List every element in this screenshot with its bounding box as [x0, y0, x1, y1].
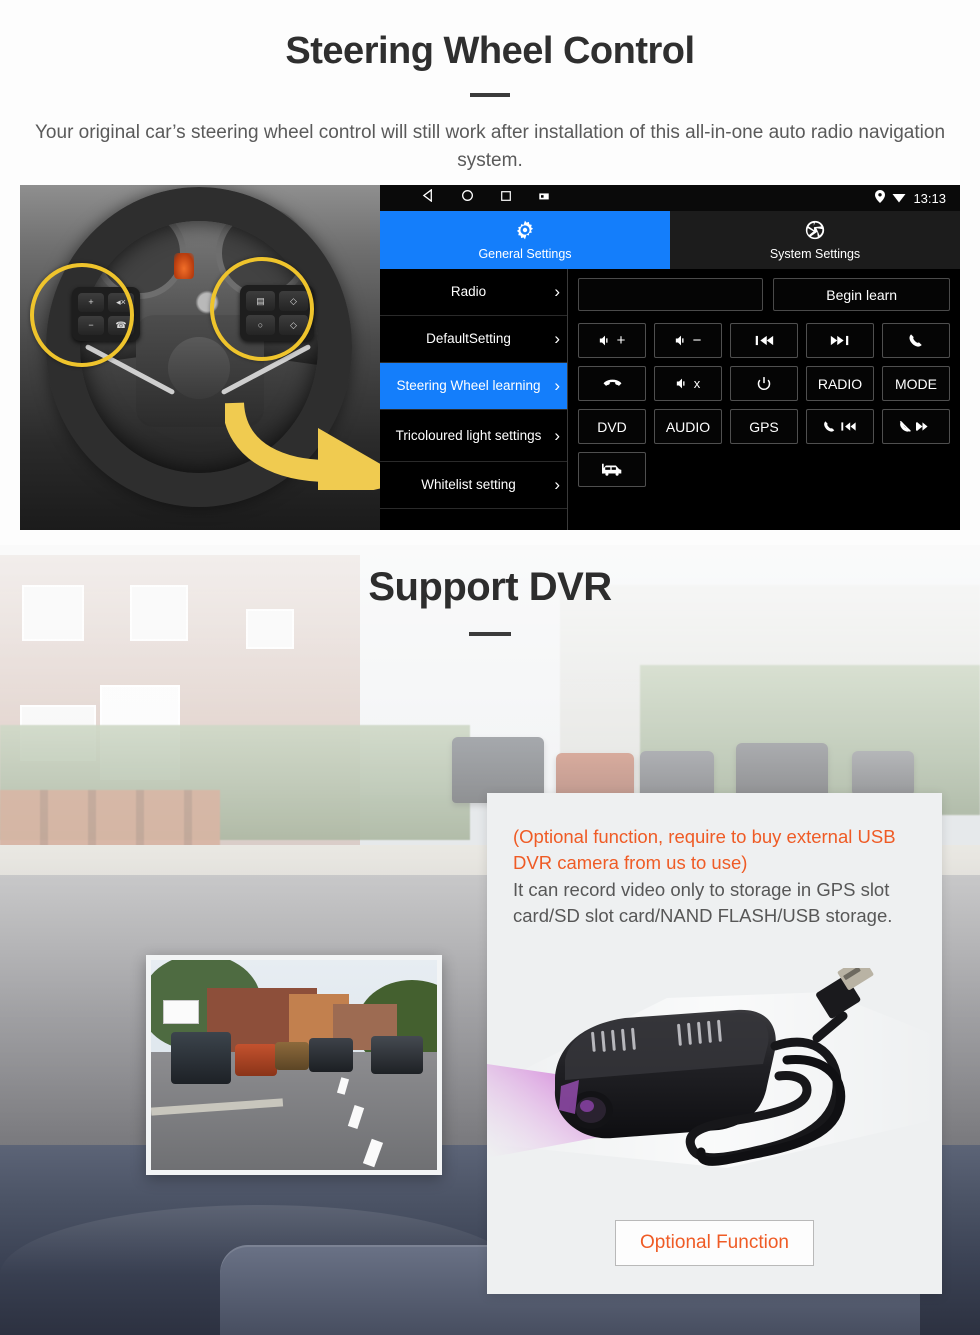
gear-icon	[514, 219, 536, 244]
menu-item-whitelist-setting[interactable]: Whitelist setting ›	[380, 462, 567, 509]
android-status-bar: 13:13	[380, 185, 960, 211]
dashcam-video-preview	[146, 955, 442, 1175]
chevron-right-icon: ›	[554, 329, 560, 349]
back-icon[interactable]	[422, 188, 435, 207]
learn-key-grid: + − x RADIO MODE DVD AUDIO GPS	[578, 323, 950, 487]
dvr-title-divider	[469, 632, 511, 636]
location-pin-icon	[875, 190, 886, 206]
chevron-right-icon: ›	[554, 475, 560, 495]
aperture-icon	[804, 219, 826, 244]
highlight-circle-right	[210, 257, 314, 361]
preview-car	[235, 1044, 277, 1076]
key-volume-down[interactable]: −	[654, 323, 722, 358]
key-next-track[interactable]	[806, 323, 874, 358]
highlight-circle-left	[30, 263, 134, 367]
preview-road-sign	[163, 1000, 199, 1024]
key-audio[interactable]: AUDIO	[654, 409, 722, 444]
preview-car	[171, 1032, 231, 1084]
dvr-title: Support DVR	[368, 565, 612, 609]
steering-wheel-learning-panel: Begin learn + − x RADIO MODE DVD AUDIO G…	[568, 269, 960, 530]
settings-menu-list: Radio › DefaultSetting › Steering Wheel …	[380, 269, 568, 530]
preview-car	[309, 1038, 353, 1072]
dvr-optional-notice: (Optional function, require to buy exter…	[513, 826, 896, 874]
clock-label: 13:13	[913, 190, 946, 206]
settings-tab-bar: General Settings System Settings	[380, 211, 960, 269]
tab-system-settings-label: System Settings	[769, 247, 861, 261]
key-previous-track[interactable]	[730, 323, 798, 358]
pointer-arrow-icon	[225, 401, 380, 490]
preview-car	[371, 1036, 423, 1074]
menu-item-whitelist-setting-label: Whitelist setting	[421, 477, 516, 493]
key-radio[interactable]: RADIO	[806, 366, 874, 401]
key-answer-call[interactable]	[882, 323, 950, 358]
optional-function-button[interactable]: Optional Function	[615, 1220, 814, 1266]
home-icon[interactable]	[461, 189, 474, 207]
menu-item-tricoloured-light-settings-label: Tricoloured light settings	[395, 427, 542, 443]
title-divider	[470, 93, 510, 97]
recents-icon[interactable]	[500, 189, 512, 207]
key-mute[interactable]: x	[654, 366, 722, 401]
key-gps[interactable]: GPS	[730, 409, 798, 444]
key-mode[interactable]: MODE	[882, 366, 950, 401]
dvr-storage-description: It can record video only to storage in G…	[513, 878, 893, 926]
menu-item-steering-wheel-learning[interactable]: Steering Wheel learning ›	[380, 363, 567, 410]
menu-item-default-setting[interactable]: DefaultSetting ›	[380, 316, 567, 363]
key-call-previous[interactable]	[806, 409, 874, 444]
dvr-info-text: (Optional function, require to buy exter…	[487, 793, 942, 929]
menu-item-default-setting-label: DefaultSetting	[426, 331, 511, 347]
dvr-title-wrap: Support DVR	[0, 565, 980, 636]
tab-general-settings[interactable]: General Settings	[380, 211, 670, 269]
steering-wheel-row: + ◂× − ☎ ▤ ◇ ○ ◇ 13:13 General Settings …	[20, 185, 960, 530]
tab-system-settings[interactable]: System Settings	[670, 211, 960, 269]
menu-item-tricoloured-light-settings[interactable]: Tricoloured light settings ›	[380, 410, 567, 462]
key-hang-up[interactable]	[578, 366, 646, 401]
begin-learn-button[interactable]: Begin learn	[773, 278, 950, 311]
menu-item-radio[interactable]: Radio ›	[380, 269, 567, 316]
head-unit-screen: 13:13 General Settings System Settings R…	[380, 185, 960, 530]
chevron-right-icon: ›	[554, 282, 560, 302]
settings-body: Radio › DefaultSetting › Steering Wheel …	[380, 269, 960, 530]
optional-function-button-wrap: Optional Function	[487, 1220, 942, 1266]
menu-item-steering-wheel-learning-label: Steering Wheel learning	[396, 378, 541, 394]
key-volume-up[interactable]: +	[578, 323, 646, 358]
learn-status-input[interactable]	[578, 278, 764, 311]
status-bar-right: 13:13	[875, 185, 946, 211]
tab-general-settings-label: General Settings	[478, 247, 572, 261]
wifi-icon	[892, 191, 906, 206]
key-hangup-next[interactable]	[882, 409, 950, 444]
key-dvd[interactable]: DVD	[578, 409, 646, 444]
steering-wheel-control-section: Steering Wheel Control Your original car…	[0, 0, 980, 545]
menu-item-radio-label: Radio	[450, 284, 487, 300]
chevron-right-icon: ›	[554, 425, 560, 445]
page-title: Steering Wheel Control	[285, 30, 695, 72]
screenshot-icon[interactable]	[538, 189, 550, 207]
page-subtitle: Your original car’s steering wheel contr…	[35, 122, 946, 171]
learn-toolbar: Begin learn	[578, 278, 950, 311]
chevron-right-icon: ›	[554, 376, 560, 396]
key-car-mute[interactable]	[578, 452, 646, 487]
preview-car	[275, 1042, 309, 1070]
dvr-info-card: (Optional function, require to buy exter…	[487, 793, 942, 1294]
steering-wheel-photo: + ◂× − ☎ ▤ ◇ ○ ◇	[20, 185, 380, 530]
usb-dvr-camera-image	[487, 956, 942, 1223]
key-power[interactable]	[730, 366, 798, 401]
parked-car	[852, 751, 914, 795]
